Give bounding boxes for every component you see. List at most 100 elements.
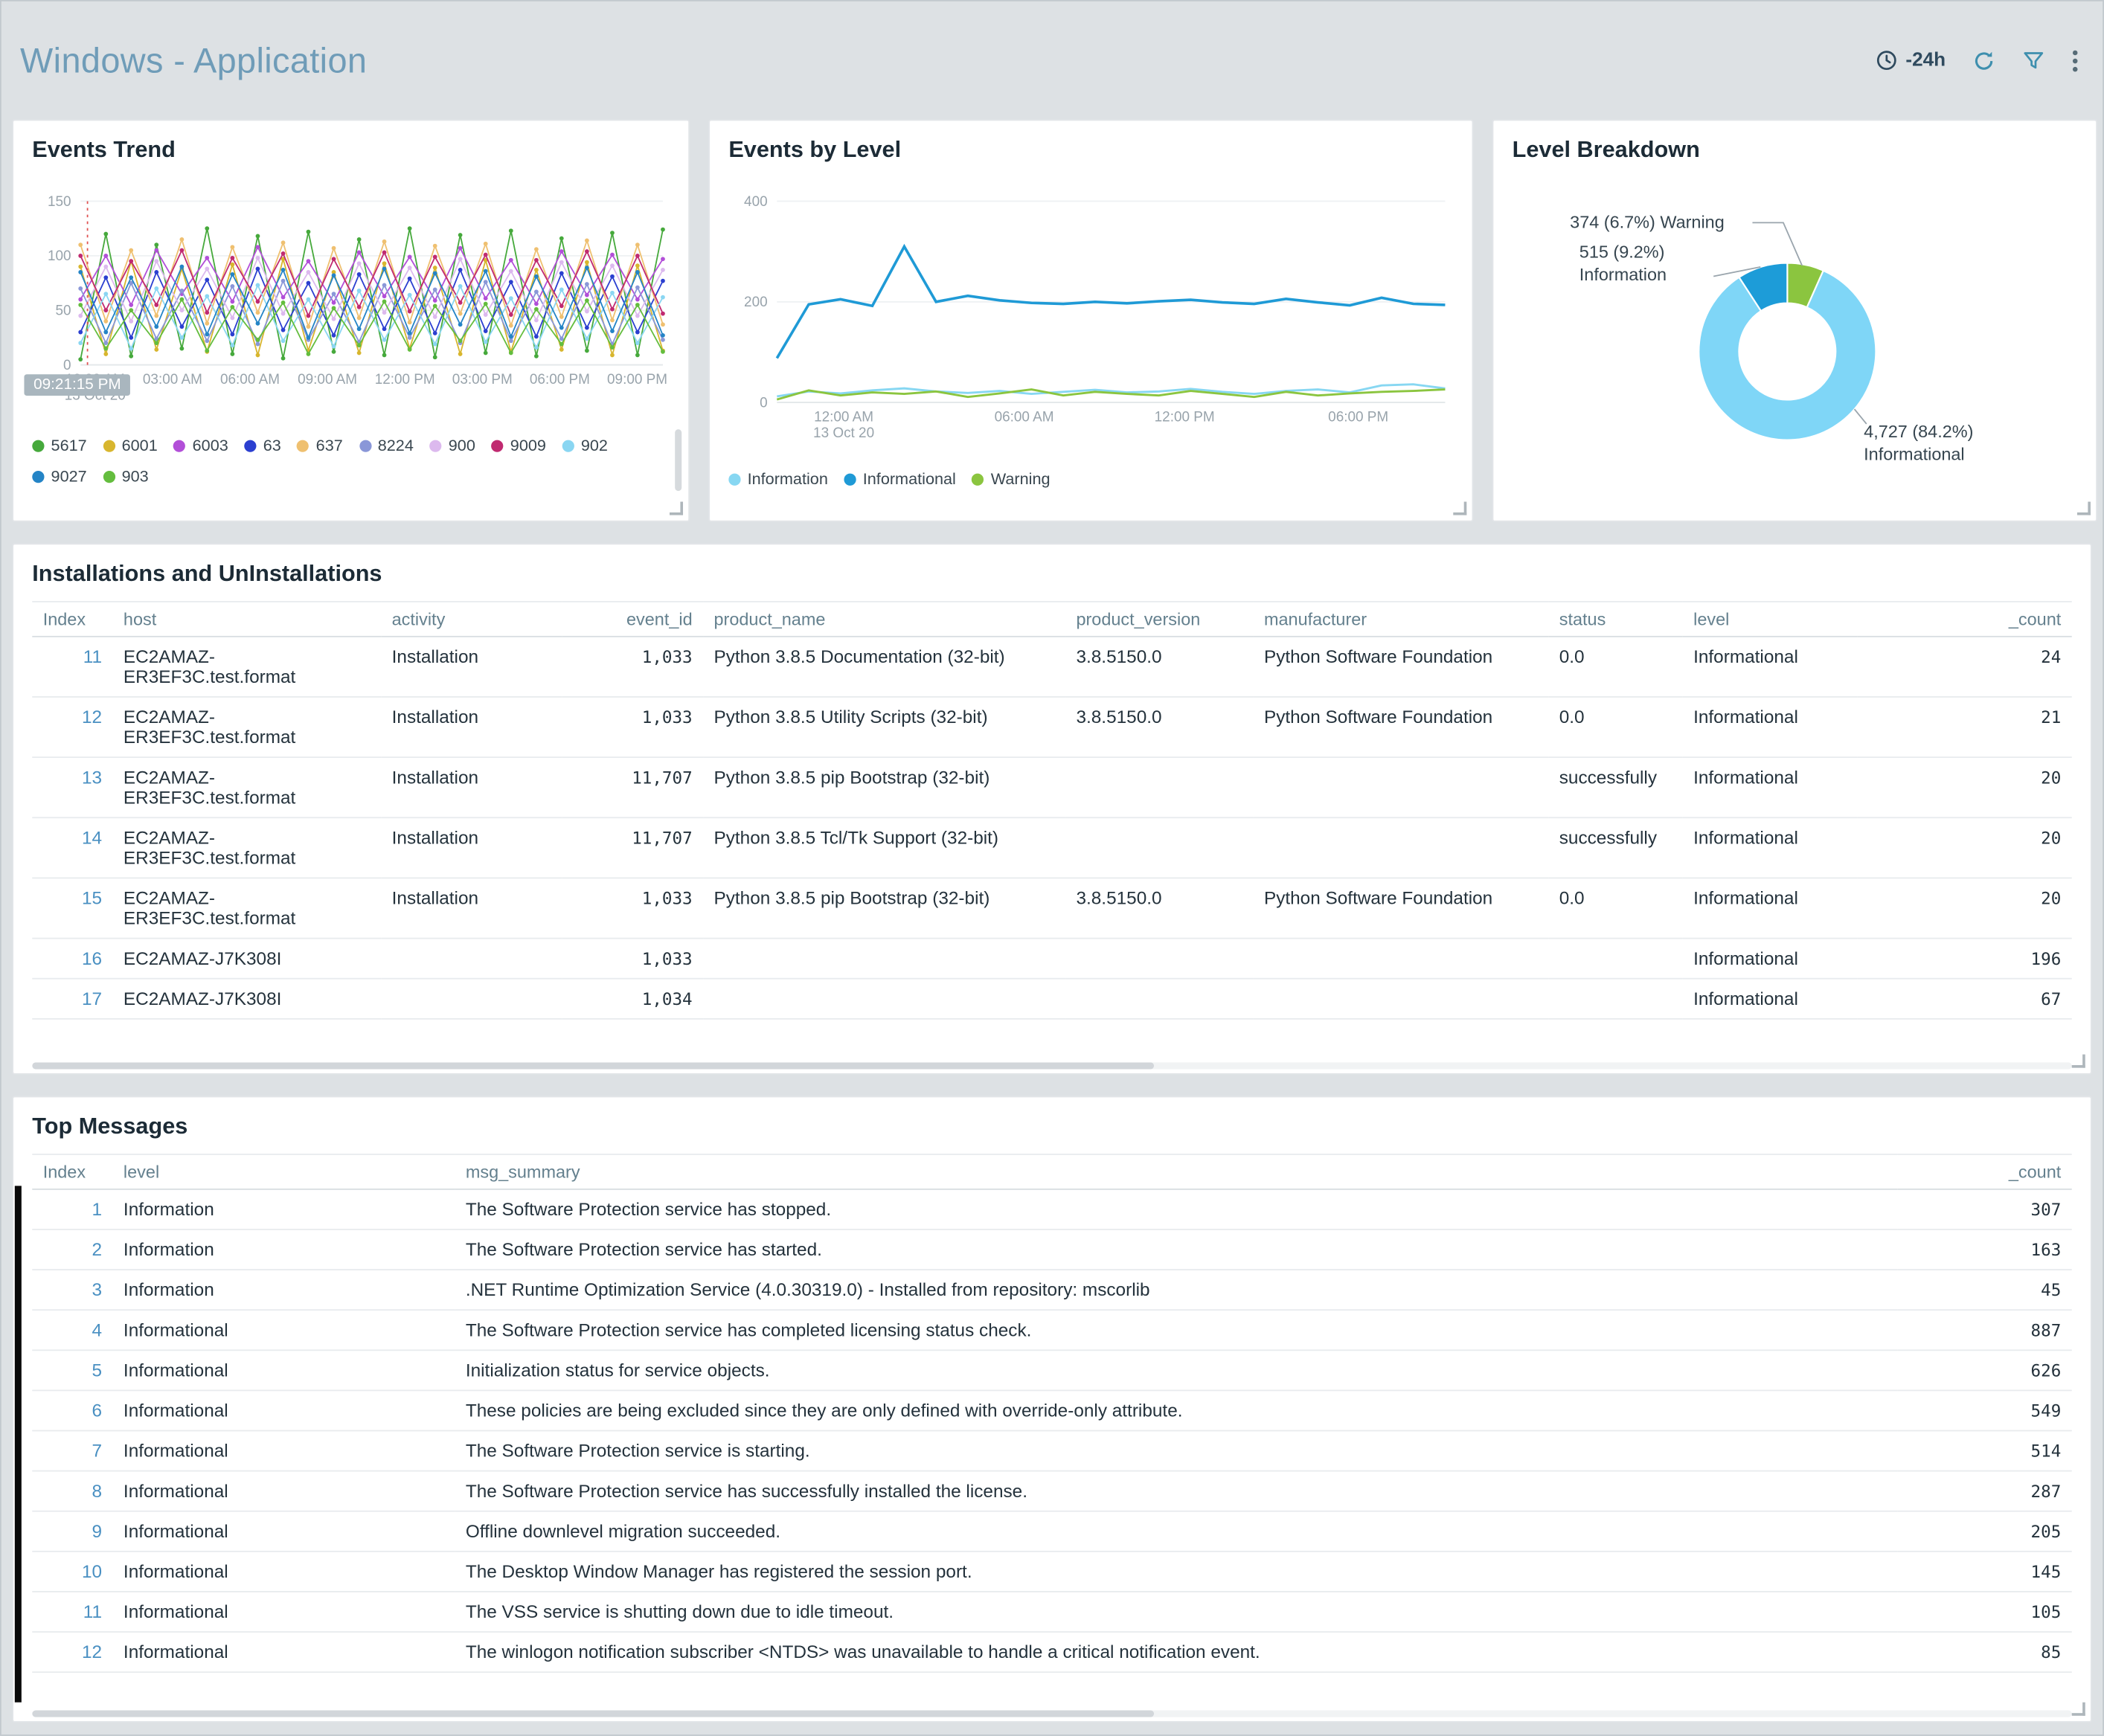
scrollbar-thumb[interactable] xyxy=(32,1711,1154,1717)
events-by-level-chart[interactable]: 020040012:00 AM13 Oct 2006:00 AM12:00 PM… xyxy=(728,187,1456,456)
cell-index[interactable]: 14 xyxy=(32,817,112,878)
column-header-index[interactable]: Index xyxy=(32,602,112,637)
table-row[interactable]: 8InformationalThe Software Protection se… xyxy=(32,1471,2071,1511)
column-header-index[interactable]: Index xyxy=(32,1154,112,1189)
table-row[interactable]: 7InformationalThe Software Protection se… xyxy=(32,1431,2071,1471)
column-header-host[interactable]: host xyxy=(112,602,381,637)
left-scroll-indicator[interactable] xyxy=(15,1186,22,1702)
legend-item-5617[interactable]: 5617 xyxy=(32,436,86,454)
cell-index[interactable]: 7 xyxy=(32,1431,112,1471)
legend-item-903[interactable]: 903 xyxy=(103,467,148,486)
cell-index[interactable]: 4 xyxy=(32,1310,112,1350)
table-row[interactable]: 5InformationalInitialization status for … xyxy=(32,1350,2071,1390)
column-header-event-id[interactable]: event_id xyxy=(562,602,703,637)
kebab-menu-icon[interactable] xyxy=(2072,49,2079,72)
table-header-row: Indexlevelmsg_summary_count xyxy=(32,1154,2071,1189)
panel-resize-handle[interactable] xyxy=(1453,502,1466,515)
table-row[interactable]: 11EC2AMAZ-ER3EF3C.test.formatInstallatio… xyxy=(32,637,2071,697)
cell-index[interactable]: 13 xyxy=(32,757,112,817)
donut-label-informational-name: Informational xyxy=(1864,445,1965,464)
cell--count: 205 xyxy=(1897,1511,2071,1552)
legend-dot xyxy=(173,440,185,451)
table-row[interactable]: 2InformationThe Software Protection serv… xyxy=(32,1229,2071,1270)
cell-manufacturer xyxy=(1254,817,1549,878)
table-row[interactable]: 10InformationalThe Desktop Window Manage… xyxy=(32,1552,2071,1592)
column-header-status[interactable]: status xyxy=(1548,602,1682,637)
cell-event-id: 11,707 xyxy=(562,757,703,817)
cell-product-version xyxy=(1065,979,1253,1019)
table-row[interactable]: 16EC2AMAZ-J7K308I1,033Informational196 xyxy=(32,939,2071,979)
cell-index[interactable]: 8 xyxy=(32,1471,112,1511)
cell-index[interactable]: 16 xyxy=(32,939,112,979)
column-header-level[interactable]: level xyxy=(112,1154,455,1189)
filter-icon[interactable] xyxy=(2022,49,2045,72)
column-header--count[interactable]: _count xyxy=(1857,602,2072,637)
cell--count: 20 xyxy=(1857,817,2072,878)
legend-item-9009[interactable]: 9009 xyxy=(492,436,546,454)
legend-item-warning[interactable]: Warning xyxy=(972,469,1051,488)
table-row[interactable]: 13EC2AMAZ-ER3EF3C.test.formatInstallatio… xyxy=(32,757,2071,817)
table-row[interactable]: 6InformationalThese policies are being e… xyxy=(32,1390,2071,1430)
legend-item-900[interactable]: 900 xyxy=(430,436,475,454)
table-row[interactable]: 14EC2AMAZ-ER3EF3C.test.formatInstallatio… xyxy=(32,817,2071,878)
table-row[interactable]: 4InformationalThe Software Protection se… xyxy=(32,1310,2071,1350)
cell-index[interactable]: 17 xyxy=(32,979,112,1019)
table-row[interactable]: 12InformationalThe winlogon notification… xyxy=(32,1632,2071,1672)
cell-index[interactable]: 1 xyxy=(32,1189,112,1229)
column-header-product-version[interactable]: product_version xyxy=(1065,602,1253,637)
legend-item-informational[interactable]: Informational xyxy=(844,469,956,488)
legend-item-63[interactable]: 63 xyxy=(244,436,280,454)
panel-resize-handle[interactable] xyxy=(2072,1703,2085,1716)
cell-index[interactable]: 11 xyxy=(32,1592,112,1632)
column-header-msg-summary[interactable]: msg_summary xyxy=(455,1154,1897,1189)
column-header-manufacturer[interactable]: manufacturer xyxy=(1254,602,1549,637)
cell-index[interactable]: 10 xyxy=(32,1552,112,1592)
legend-item-902[interactable]: 902 xyxy=(562,436,608,454)
legend-item-8224[interactable]: 8224 xyxy=(359,436,413,454)
cell-index[interactable]: 2 xyxy=(32,1229,112,1270)
cell-index[interactable]: 11 xyxy=(32,637,112,697)
horizontal-scrollbar[interactable] xyxy=(32,1711,2071,1717)
panel-resize-handle[interactable] xyxy=(670,502,683,515)
table-row[interactable]: 15EC2AMAZ-ER3EF3C.test.formatInstallatio… xyxy=(32,878,2071,938)
panel-events-by-level: Events by Level 020040012:00 AM13 Oct 20… xyxy=(708,120,1473,522)
dashboard: Windows - Application -24h Events Trend xyxy=(0,0,2104,1736)
table-row[interactable]: 3Information.NET Runtime Optimization Se… xyxy=(32,1270,2071,1310)
svg-text:100: 100 xyxy=(48,248,71,264)
cell-index[interactable]: 15 xyxy=(32,878,112,938)
column-header-activity[interactable]: activity xyxy=(381,602,562,637)
refresh-icon[interactable] xyxy=(1972,49,1995,72)
panel-title: Installations and UnInstallations xyxy=(32,561,2071,588)
panel-title: Events Trend xyxy=(32,137,670,164)
cell-index[interactable]: 12 xyxy=(32,697,112,757)
legend-item-information[interactable]: Information xyxy=(728,469,828,488)
cell-event-id: 1,034 xyxy=(562,979,703,1019)
cell-index[interactable]: 5 xyxy=(32,1350,112,1390)
cell-index[interactable]: 12 xyxy=(32,1632,112,1672)
panel-resize-handle[interactable] xyxy=(2072,1055,2085,1068)
legend-item-6003[interactable]: 6003 xyxy=(173,436,228,454)
column-header--count[interactable]: _count xyxy=(1897,1154,2071,1189)
table-row[interactable]: 11InformationalThe VSS service is shutti… xyxy=(32,1592,2071,1632)
cell-index[interactable]: 3 xyxy=(32,1270,112,1310)
table-row[interactable]: 1InformationThe Software Protection serv… xyxy=(32,1189,2071,1229)
cell--count: 85 xyxy=(1897,1632,2071,1672)
table-row[interactable]: 12EC2AMAZ-ER3EF3C.test.formatInstallatio… xyxy=(32,697,2071,757)
legend-item-637[interactable]: 637 xyxy=(297,436,342,454)
column-header-product-name[interactable]: product_name xyxy=(703,602,1065,637)
level-breakdown-chart[interactable]: 374 (6.7%) Warning 515 (9.2%) Informatio… xyxy=(1513,187,2077,503)
cell-index[interactable]: 6 xyxy=(32,1390,112,1430)
time-range-button[interactable]: -24h xyxy=(1876,50,1946,71)
legend-item-6001[interactable]: 6001 xyxy=(103,436,157,454)
table-row[interactable]: 17EC2AMAZ-J7K308I1,034Informational67 xyxy=(32,979,2071,1019)
cell-index[interactable]: 9 xyxy=(32,1511,112,1552)
horizontal-scrollbar[interactable] xyxy=(32,1062,2071,1069)
legend-scrollbar[interactable] xyxy=(675,429,681,491)
panel-resize-handle[interactable] xyxy=(2077,502,2091,515)
legend-label: Information xyxy=(748,469,828,488)
legend-item-9027[interactable]: 9027 xyxy=(32,467,86,486)
scrollbar-thumb[interactable] xyxy=(32,1062,1154,1069)
table-row[interactable]: 9InformationalOffline downlevel migratio… xyxy=(32,1511,2071,1552)
column-header-level[interactable]: level xyxy=(1683,602,1857,637)
cell-status: successfully xyxy=(1548,757,1682,817)
